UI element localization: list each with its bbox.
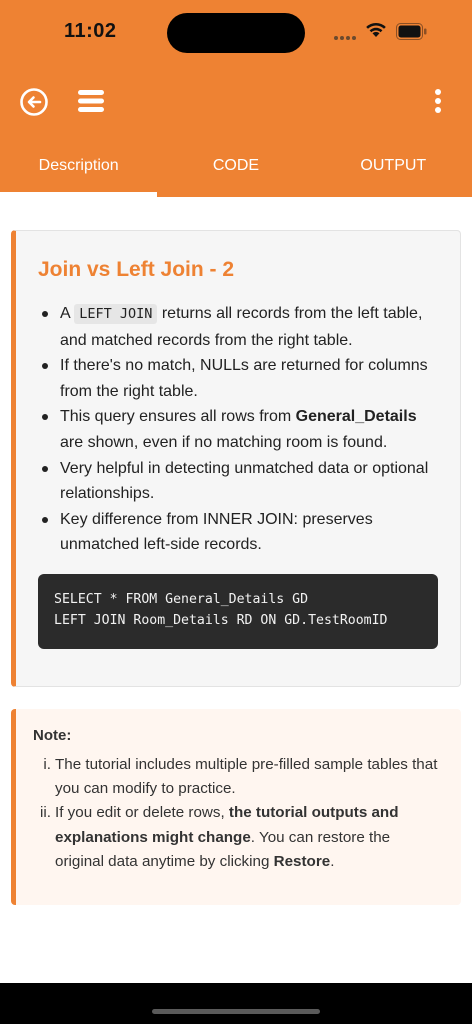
code-block[interactable]: SELECT * FROM General_Details GD LEFT JO… [38,574,438,649]
note-list: i. The tutorial includes multiple pre-fil… [33,753,443,874]
tab-code[interactable]: CODE [157,140,314,192]
list-item: If there's no match, NULLs are returned … [38,353,443,404]
list-number: i. [43,756,51,773]
home-indicator[interactable] [152,1009,320,1014]
note-box: Note: i. The tutorial includes multiple p… [11,709,461,905]
tab-output[interactable]: OUTPUT [315,140,472,192]
bullet-text: A [60,305,75,322]
list-item: ii. If you edit or delete rows, the tutor… [33,801,443,874]
active-tab-indicator [0,192,157,197]
app-header: 11:02 Description CODE OUTPUT [0,0,472,197]
hamburger-menu-icon [78,90,104,112]
restore-label: Restore [273,852,331,870]
back-circle-icon [20,88,48,116]
more-options-button[interactable] [428,86,448,116]
code-line: LEFT JOIN Room_Details RD ON GD.TestRoom… [54,612,388,628]
note-text: If you edit or delete rows, [55,804,229,822]
status-bar: 11:02 [0,0,472,64]
list-number: ii. [40,804,51,822]
bullet-text: This query ensures all rows from [60,408,296,426]
bottom-bar [0,983,472,1024]
more-vertical-icon [435,89,441,113]
lesson-title: Join vs Left Join - 2 [38,258,235,281]
list-item: Key difference from INNER JOIN: preserve… [38,507,443,558]
list-item: This query ensures all rows from General… [38,404,443,455]
back-button[interactable] [18,86,50,118]
bullet-text: are shown, even if no matching room is f… [60,433,388,451]
bullet-text: If there's no match, NULLs are returned … [60,357,428,400]
tab-bar: Description CODE OUTPUT [0,140,472,197]
bullet-bold-text: General_Details [295,408,417,426]
lesson-card: Join vs Left Join - 2 A LEFT JOIN return… [11,230,461,687]
list-item: A LEFT JOIN returns all records from the… [38,301,443,353]
lesson-bullets: A LEFT JOIN returns all records from the… [38,301,443,558]
wifi-icon [366,22,386,37]
list-item: i. The tutorial includes multiple pre-fil… [33,753,443,801]
list-item: Very helpful in detecting unmatched data… [38,456,443,507]
cellular-signal-icon [334,36,356,40]
inline-code: LEFT JOIN [74,304,158,324]
status-time: 11:02 [64,20,117,42]
note-text: . [330,852,335,870]
battery-icon [396,23,427,40]
bullet-text: Key difference from INNER JOIN: preserve… [60,510,373,554]
menu-button[interactable] [76,87,106,115]
tab-description[interactable]: Description [0,140,157,192]
code-line: SELECT * FROM General_Details GD [54,592,309,607]
dynamic-island [167,13,305,53]
bullet-text: Very helpful in detecting unmatched data… [60,459,429,503]
note-title: Note: [33,727,72,744]
note-text: The tutorial includes multiple pre-fille… [55,756,438,798]
